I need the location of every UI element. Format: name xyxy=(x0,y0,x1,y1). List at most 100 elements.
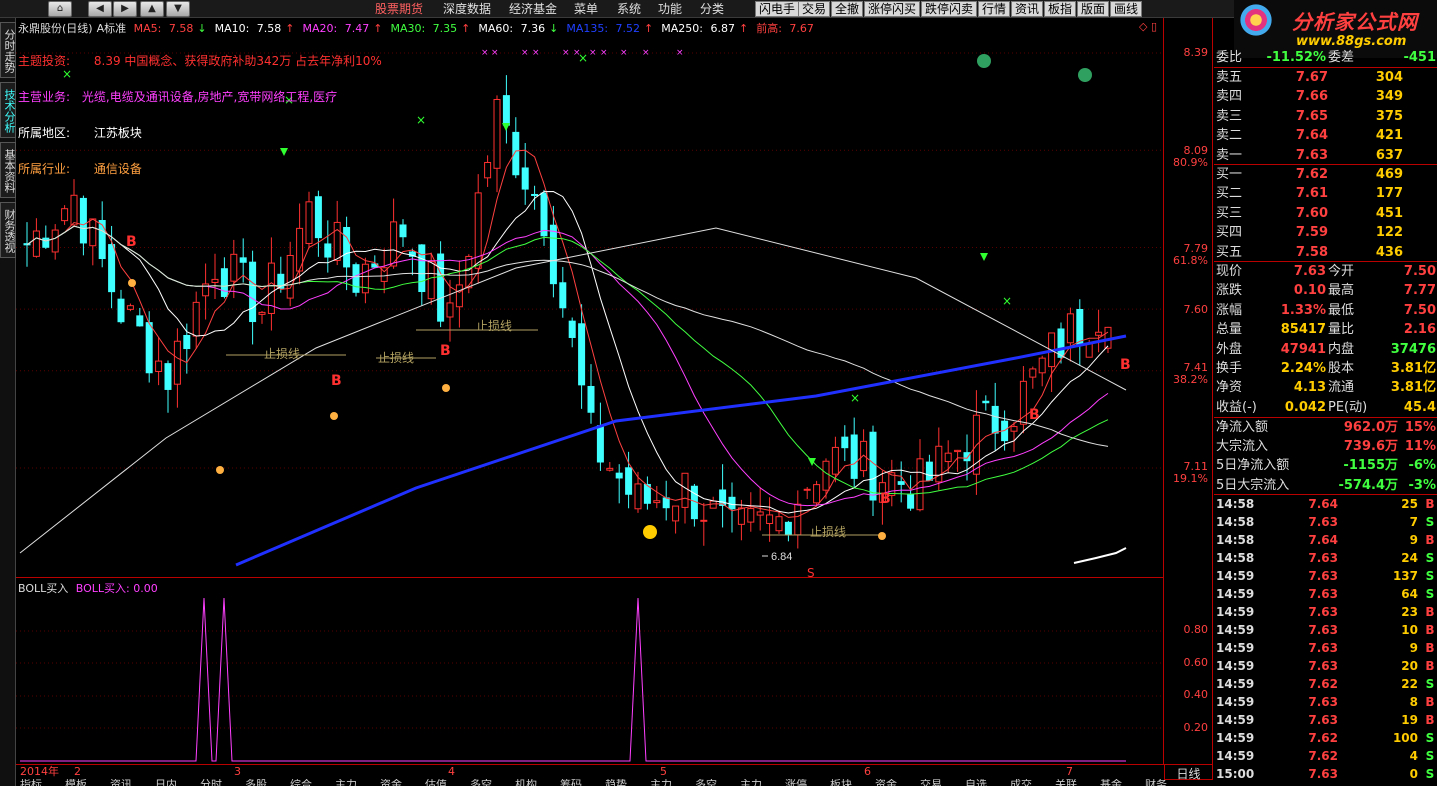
bid-row[interactable]: 买二 7.61 177 xyxy=(1216,184,1436,203)
bottom-tab[interactable]: 关联 xyxy=(1055,779,1077,786)
bid-row[interactable]: 买四 7.59 122 xyxy=(1216,223,1436,242)
trade-button[interactable]: 交易 xyxy=(798,1,831,17)
bottom-tab[interactable]: 多空 xyxy=(470,779,492,786)
bottom-tab[interactable]: 机构 xyxy=(515,779,537,786)
month-tick: 3 xyxy=(234,765,241,778)
menu-menu[interactable]: 菜单 xyxy=(574,2,598,16)
tick-row: 14:59 7.62 4 S xyxy=(1216,749,1435,763)
bottom-tab[interactable]: 模板 xyxy=(65,779,87,786)
up-nav-button[interactable]: ▲ xyxy=(140,1,164,17)
chart-corner-icons[interactable]: ◇ ▯ xyxy=(1139,20,1157,33)
bottom-tab[interactable]: 趋势 xyxy=(605,779,627,786)
bottom-tab[interactable]: 主力 xyxy=(740,779,762,786)
index-board-button[interactable]: 板指 xyxy=(1044,1,1077,17)
candle-body xyxy=(51,229,59,253)
menu-futures[interactable]: 股票期货 xyxy=(375,2,423,16)
tick-row: 14:58 7.64 9 B xyxy=(1216,533,1435,547)
bottom-tab[interactable]: 交易 xyxy=(920,779,942,786)
candle-body xyxy=(220,268,228,297)
candle-body xyxy=(455,284,463,308)
chart-mode: A标准 xyxy=(96,22,127,35)
ask-row[interactable]: 卖四 7.66 349 xyxy=(1216,87,1436,106)
bottom-tab[interactable]: 估值 xyxy=(425,779,447,786)
candle-body xyxy=(549,224,557,285)
draw-line-button[interactable]: 画线 xyxy=(1110,1,1143,17)
bottom-tab[interactable]: 主力 xyxy=(650,779,672,786)
bottom-tab[interactable]: 分时 xyxy=(200,779,222,786)
bottom-tab[interactable]: 资讯 xyxy=(110,779,132,786)
limit-up-buy-button[interactable]: 涨停闪买 xyxy=(864,1,921,17)
tick-row: 14:59 7.63 10 B xyxy=(1216,623,1435,637)
bottom-tab[interactable]: 基金 xyxy=(1100,779,1122,786)
logo-title: 分析家公式网 xyxy=(1292,10,1418,34)
back-nav-button[interactable]: ◀ xyxy=(88,1,112,17)
tick-row: 14:59 7.63 9 B xyxy=(1216,641,1435,655)
bottom-tab[interactable]: 指标 xyxy=(20,779,42,786)
down-arrow-marker xyxy=(502,123,510,131)
bottom-tab[interactable]: 成交 xyxy=(1010,779,1032,786)
bottom-tab[interactable]: 多空 xyxy=(695,779,717,786)
candle-body xyxy=(305,201,313,244)
tab-intraday[interactable]: 分时走势 xyxy=(0,22,16,78)
tab-fundamentals[interactable]: 基本资料 xyxy=(0,142,16,198)
info-industry: 所属行业: 通信设备 xyxy=(18,162,142,176)
bottom-tab[interactable]: 日内 xyxy=(155,779,177,786)
ma-legend-item: MA30: 7.35 ↑ xyxy=(390,22,471,35)
candle-body xyxy=(568,320,576,338)
layout-button[interactable]: 版面 xyxy=(1077,1,1110,17)
tab-financials[interactable]: 财务透视 xyxy=(0,202,16,258)
candle-body xyxy=(484,161,492,179)
bottom-tab[interactable]: 综合 xyxy=(290,779,312,786)
tab-technical[interactable]: 技术分析 xyxy=(0,82,16,138)
tick-row: 14:59 7.63 64 S xyxy=(1216,587,1435,601)
bottom-tab[interactable]: 筹码 xyxy=(560,779,582,786)
candle-body xyxy=(126,305,134,310)
buy-signal-mark: B xyxy=(1029,407,1040,423)
candle-body xyxy=(314,196,322,239)
ma-line xyxy=(26,225,1109,507)
quote-row: 涨跌 0.10 最高 7.77 xyxy=(1216,283,1436,299)
bottom-tab[interactable]: 财务 xyxy=(1145,779,1167,786)
down-nav-button[interactable]: ▼ xyxy=(166,1,190,17)
forward-nav-button[interactable]: ▶ xyxy=(113,1,137,17)
quotes-button[interactable]: 行情 xyxy=(978,1,1011,17)
candle-body xyxy=(493,98,501,169)
flow-row: 5日净流入额 -1155万 -6% xyxy=(1216,458,1436,474)
stoploss-label: 止损线 xyxy=(810,525,846,539)
bid-row[interactable]: 买五 7.58 436 xyxy=(1216,243,1436,262)
menu-deep-data[interactable]: 深度数据 xyxy=(443,2,491,16)
down-arrow-marker xyxy=(280,148,288,156)
bottom-tab[interactable]: 涨停 xyxy=(785,779,807,786)
ask-row[interactable]: 卖二 7.64 421 xyxy=(1216,126,1436,145)
bottom-tab[interactable]: 主力 xyxy=(335,779,357,786)
pct-tick: 61.8% xyxy=(1173,254,1208,267)
pct-tick: 38.2% xyxy=(1173,373,1208,386)
cancel-all-button[interactable]: 全撤 xyxy=(831,1,864,17)
period-selector[interactable]: 日线 xyxy=(1164,764,1213,781)
menu-economy-fund[interactable]: 经济基金 xyxy=(509,2,557,16)
limit-down-sell-button[interactable]: 跌停闪卖 xyxy=(921,1,978,17)
bottom-tab[interactable]: 资金 xyxy=(380,779,402,786)
info-region: 所属地区: 江苏板块 xyxy=(18,126,142,140)
flower-logo-icon xyxy=(1240,4,1272,36)
news-button[interactable]: 资讯 xyxy=(1011,1,1044,17)
candle-body xyxy=(559,282,567,309)
candle-body xyxy=(662,497,670,509)
home-nav-button[interactable]: ⌂ xyxy=(48,1,72,17)
bottom-tab[interactable]: 资金 xyxy=(875,779,897,786)
candle-body xyxy=(239,257,247,263)
bid-row[interactable]: 买一 7.62 469 xyxy=(1216,165,1436,184)
ask-row[interactable]: 卖三 7.65 375 xyxy=(1216,107,1436,126)
bottom-tab[interactable]: 板块 xyxy=(830,779,852,786)
flash-trade-button[interactable]: 闪电手 xyxy=(755,1,800,17)
boll-indicator-chart[interactable] xyxy=(16,578,1164,764)
ask-row[interactable]: 卖一 7.63 637 xyxy=(1216,146,1436,165)
menu-category[interactable]: 分类 xyxy=(700,2,724,16)
menu-system[interactable]: 系统 xyxy=(617,2,641,16)
candle-body xyxy=(42,237,50,248)
menu-function[interactable]: 功能 xyxy=(658,2,682,16)
ask-row[interactable]: 卖五 7.67 304 xyxy=(1216,68,1436,87)
bid-row[interactable]: 买三 7.60 451 xyxy=(1216,204,1436,223)
bottom-tab[interactable]: 多股 xyxy=(245,779,267,786)
bottom-tab[interactable]: 自选 xyxy=(965,779,987,786)
